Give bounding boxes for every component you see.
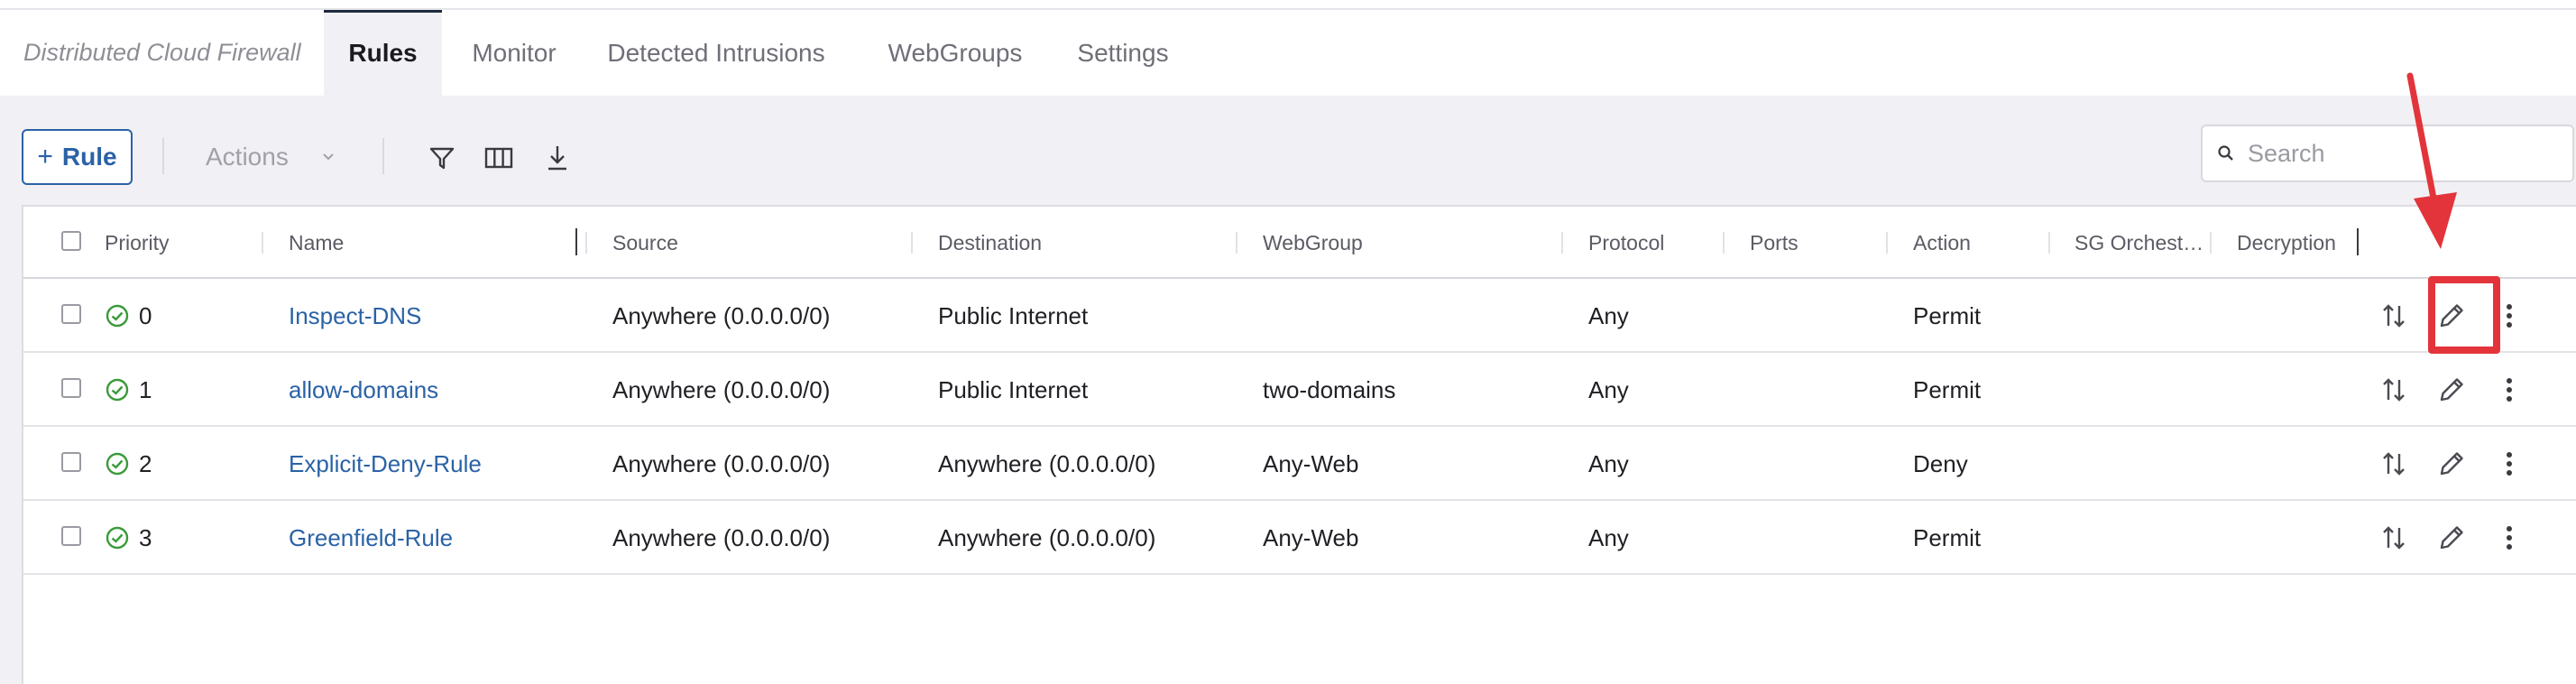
tab-rules[interactable]: Rules [324,10,442,96]
add-rule-label: Rule [61,143,117,171]
reorder-icon[interactable] [2376,298,2412,334]
toolbar-divider [162,138,164,174]
columns-icon[interactable] [481,140,517,176]
row-checkbox[interactable] [61,378,81,398]
download-icon[interactable] [539,140,575,176]
tab-settings[interactable]: Settings [1064,10,1182,96]
column-divider [1561,232,1563,254]
edit-pencil-icon[interactable] [2433,372,2470,408]
tab-detected-intrusions[interactable]: Detected Intrusions [599,10,833,96]
source-value: Anywhere (0.0.0.0/0) [612,524,831,551]
product-title: Distributed Cloud Firewall [23,39,301,66]
column-divider [911,232,913,254]
webgroup-value: Any-Web [1263,450,1359,477]
annotation-arrow-icon [2406,72,2457,249]
edit-pencil-icon[interactable] [2433,446,2470,482]
top-border [0,0,2576,10]
annotation-highlight-box [2428,276,2500,354]
rule-name-link[interactable]: Greenfield-Rule [289,501,453,575]
destination-value: Anywhere (0.0.0.0/0) [938,524,1156,551]
table-row[interactable]: 1 allow-domains Anywhere (0.0.0.0/0) Pub… [23,353,2576,427]
table-row[interactable]: 3 Greenfield-Rule Anywhere (0.0.0.0/0) A… [23,501,2576,575]
table-header: Priority Name Source Destination WebGrou… [23,207,2576,279]
column-divider [2048,232,2050,254]
action-value: Deny [1913,450,1968,477]
plus-icon: + [37,142,53,171]
source-value: Anywhere (0.0.0.0/0) [612,302,831,329]
action-value: Permit [1913,376,1982,403]
row-checkbox[interactable] [61,452,81,472]
edit-pencil-icon[interactable] [2433,520,2470,556]
column-resize-handle[interactable] [575,228,577,255]
check-circle-icon [106,378,129,402]
rules-table: Priority Name Source Destination WebGrou… [22,205,2576,684]
filter-icon[interactable] [424,140,460,176]
column-action[interactable]: Action [1913,207,1971,279]
rule-name-link[interactable]: Inspect-DNS [289,279,421,353]
protocol-value: Any [1588,450,1629,477]
priority-value: 2 [139,450,152,477]
destination-value: Public Internet [938,302,1089,329]
toolbar-divider [382,138,384,174]
action-value: Permit [1913,302,1982,329]
column-protocol[interactable]: Protocol [1588,207,1664,279]
chevron-down-icon [323,153,334,161]
add-rule-button[interactable]: + Rule [22,129,133,185]
webgroup-value: Any-Web [1263,524,1359,551]
more-options-icon[interactable] [2491,446,2527,482]
table-row[interactable]: 2 Explicit-Deny-Rule Anywhere (0.0.0.0/0… [23,427,2576,501]
rule-name-link[interactable]: Explicit-Deny-Rule [289,427,482,501]
column-divider [2210,232,2212,254]
webgroup-value: two-domains [1263,376,1396,403]
column-divider [1236,232,1237,254]
table-row[interactable]: 0 Inspect-DNS Anywhere (0.0.0.0/0) Publi… [23,279,2576,353]
more-options-icon[interactable] [2491,372,2527,408]
protocol-value: Any [1588,376,1629,403]
tab-bar: Distributed Cloud Firewall Rules Monitor… [0,10,2576,96]
column-priority[interactable]: Priority [105,207,170,279]
row-checkbox[interactable] [61,526,81,546]
reorder-icon[interactable] [2376,372,2412,408]
column-name[interactable]: Name [289,207,344,279]
rule-name-link[interactable]: allow-domains [289,353,438,427]
column-divider [585,232,587,254]
tab-webgroups[interactable]: WebGroups [879,10,1031,96]
priority-value: 0 [139,302,152,329]
column-divider [1886,232,1888,254]
destination-value: Public Internet [938,376,1089,403]
protocol-value: Any [1588,524,1629,551]
reorder-icon[interactable] [2376,520,2412,556]
column-ports[interactable]: Ports [1750,207,1799,279]
source-value: Anywhere (0.0.0.0/0) [612,376,831,403]
column-resize-handle[interactable] [2357,228,2359,255]
column-webgroup[interactable]: WebGroup [1263,207,1363,279]
reorder-icon[interactable] [2376,446,2412,482]
column-source[interactable]: Source [612,207,678,279]
actions-label: Actions [206,143,289,171]
search-icon [2218,145,2233,161]
more-options-icon[interactable] [2491,520,2527,556]
action-value: Permit [1913,524,1982,551]
select-all-checkbox[interactable] [61,231,81,251]
protocol-value: Any [1588,302,1629,329]
check-circle-icon [106,526,129,550]
column-destination[interactable]: Destination [938,207,1042,279]
source-value: Anywhere (0.0.0.0/0) [612,450,831,477]
check-circle-icon [106,304,129,328]
column-sg-orchestration[interactable]: SG Orchest… [2075,207,2203,279]
column-decryption[interactable]: Decryption [2237,207,2336,279]
column-divider [1723,232,1725,254]
column-divider [262,232,263,254]
destination-value: Anywhere (0.0.0.0/0) [938,450,1156,477]
actions-dropdown[interactable]: Actions [206,129,337,185]
priority-value: 1 [139,376,152,403]
check-circle-icon [106,452,129,476]
tab-monitor[interactable]: Monitor [460,10,568,96]
priority-value: 3 [139,524,152,551]
row-checkbox[interactable] [61,304,81,324]
